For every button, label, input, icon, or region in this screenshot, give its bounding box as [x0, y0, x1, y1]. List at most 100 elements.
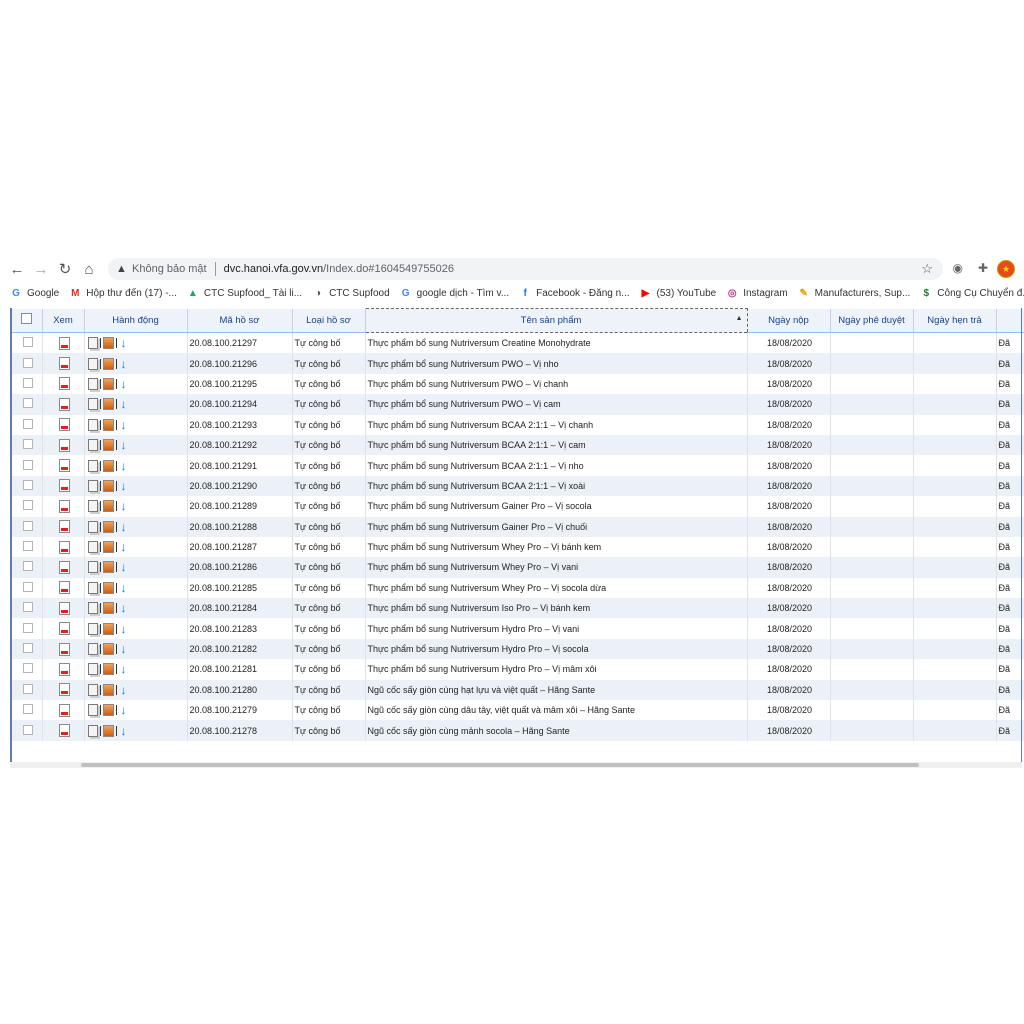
view-cell[interactable] — [42, 598, 85, 619]
col-type[interactable]: Loại hồ sơ — [292, 308, 366, 333]
copy-icon[interactable] — [87, 418, 98, 431]
download-icon[interactable]: ↓ — [121, 703, 127, 717]
row-checkbox[interactable] — [22, 418, 33, 429]
view-cell[interactable] — [42, 434, 85, 456]
copy-icon[interactable] — [87, 704, 98, 717]
reload-button[interactable]: ↻ — [53, 257, 77, 281]
table-row[interactable]: ↓ 20.08.100.21278 Tự công bố Ngũ cốc sấy gi… — [12, 720, 1024, 741]
view-document-icon[interactable] — [58, 459, 70, 473]
col-action[interactable]: Hành động — [84, 308, 188, 333]
bookmark-item[interactable]: M Hộp thư đến (17) -... — [69, 288, 177, 300]
row-select-cell[interactable] — [12, 496, 43, 517]
table-row[interactable]: ↓ 20.08.100.21296 Tự công bố Thực phẩm bổ s… — [12, 353, 1024, 374]
edit-icon[interactable] — [102, 622, 114, 635]
edit-icon[interactable] — [102, 398, 114, 411]
copy-icon[interactable] — [87, 663, 98, 676]
row-checkbox[interactable] — [22, 581, 33, 592]
row-select-cell[interactable] — [12, 598, 43, 619]
row-select-cell[interactable] — [12, 618, 43, 639]
edit-icon[interactable] — [102, 500, 114, 513]
view-document-icon[interactable] — [58, 499, 70, 513]
edit-icon[interactable] — [102, 479, 114, 492]
table-row[interactable]: ↓ 20.08.100.21292 Tự công bố Thực phẩm bổ s… — [12, 434, 1024, 456]
table-row[interactable]: ↓ 20.08.100.21294 Tự công bố Thực phẩm bổ s… — [12, 394, 1024, 415]
download-icon[interactable]: ↓ — [121, 479, 127, 493]
bookmark-item[interactable]: ▶ (53) YouTube — [640, 288, 717, 300]
view-cell[interactable] — [42, 618, 85, 639]
row-checkbox[interactable] — [22, 541, 33, 552]
row-checkbox[interactable] — [22, 398, 33, 409]
row-select-cell[interactable] — [12, 557, 43, 578]
view-document-icon[interactable] — [58, 724, 70, 738]
address-bar[interactable]: ▲ Không bảo mật dvc.hanoi.vfa.gov.vn/Ind… — [108, 258, 943, 280]
view-document-icon[interactable] — [58, 520, 70, 534]
download-icon[interactable]: ↓ — [121, 438, 127, 452]
table-row[interactable]: ↓ 20.08.100.21290 Tự công bố Thực phẩm bổ s… — [12, 475, 1024, 497]
view-document-icon[interactable] — [58, 479, 70, 493]
download-icon[interactable]: ↓ — [121, 540, 127, 554]
view-document-icon[interactable] — [58, 601, 70, 615]
view-document-icon[interactable] — [58, 642, 70, 656]
row-select-cell[interactable] — [12, 332, 43, 354]
edit-icon[interactable] — [102, 724, 114, 737]
copy-icon[interactable] — [87, 337, 98, 350]
copy-icon[interactable] — [87, 439, 98, 452]
download-icon[interactable]: ↓ — [121, 459, 127, 473]
download-icon[interactable]: ↓ — [121, 377, 127, 391]
bookmark-item[interactable]: G Google — [10, 288, 59, 300]
view-cell[interactable] — [42, 536, 85, 558]
forward-button[interactable]: → — [29, 257, 53, 281]
row-select-cell[interactable] — [12, 536, 43, 558]
copy-icon[interactable] — [87, 500, 98, 513]
view-cell[interactable] — [42, 353, 85, 374]
view-cell[interactable] — [42, 516, 85, 537]
copy-icon[interactable] — [87, 581, 98, 594]
table-row[interactable]: ↓ 20.08.100.21295 Tự công bố Thực phẩm bổ s… — [12, 373, 1024, 395]
view-document-icon[interactable] — [58, 683, 70, 697]
row-checkbox[interactable] — [22, 724, 33, 735]
row-select-cell[interactable] — [12, 434, 43, 456]
view-cell[interactable] — [42, 577, 85, 599]
view-document-icon[interactable] — [58, 357, 70, 371]
edit-icon[interactable] — [102, 581, 114, 594]
view-document-icon[interactable] — [58, 622, 70, 636]
bookmark-item[interactable]: f Facebook - Đăng n... — [519, 288, 629, 300]
horizontal-scrollbar[interactable] — [10, 762, 1022, 768]
bookmark-item[interactable]: ◎ Instagram — [726, 288, 788, 300]
view-cell[interactable] — [42, 332, 85, 354]
view-cell[interactable] — [42, 679, 85, 701]
row-checkbox[interactable] — [22, 377, 33, 388]
row-select-cell[interactable] — [12, 414, 43, 435]
view-document-icon[interactable] — [58, 540, 70, 554]
view-cell[interactable] — [42, 455, 85, 476]
copy-icon[interactable] — [87, 377, 98, 390]
table-row[interactable]: ↓ 20.08.100.21288 Tự công bố Thực phẩm bổ s… — [12, 516, 1024, 537]
edit-icon[interactable] — [102, 663, 114, 676]
download-icon[interactable]: ↓ — [121, 581, 127, 595]
select-all-header[interactable] — [12, 308, 43, 333]
download-icon[interactable]: ↓ — [121, 683, 127, 697]
copy-icon[interactable] — [87, 398, 98, 411]
row-checkbox[interactable] — [22, 479, 33, 490]
copy-icon[interactable] — [87, 643, 98, 656]
puzzle-icon[interactable]: ✚ — [978, 261, 988, 275]
download-icon[interactable]: ↓ — [121, 336, 127, 350]
row-checkbox[interactable] — [22, 561, 33, 572]
bookmark-item[interactable]: Ggoogle dịch - Tìm v... — [400, 288, 509, 300]
bookmark-item[interactable]: ◑ CTC Supfood — [312, 288, 390, 300]
edit-icon[interactable] — [102, 541, 114, 554]
view-document-icon[interactable] — [58, 703, 70, 717]
view-document-icon[interactable] — [58, 397, 70, 411]
back-button[interactable]: ← — [5, 257, 29, 281]
row-checkbox[interactable] — [22, 500, 33, 511]
view-cell[interactable] — [42, 414, 85, 435]
view-cell[interactable] — [42, 557, 85, 578]
row-checkbox[interactable] — [22, 459, 33, 470]
view-document-icon[interactable] — [58, 377, 70, 391]
scrollbar-thumb[interactable] — [81, 763, 919, 767]
edit-icon[interactable] — [102, 459, 114, 472]
table-row[interactable]: ↓ 20.08.100.21287 Tự công bố Thực phẩm bổ s… — [12, 536, 1024, 558]
edit-icon[interactable] — [102, 643, 114, 656]
row-select-cell[interactable] — [12, 373, 43, 395]
row-select-cell[interactable] — [12, 516, 43, 537]
